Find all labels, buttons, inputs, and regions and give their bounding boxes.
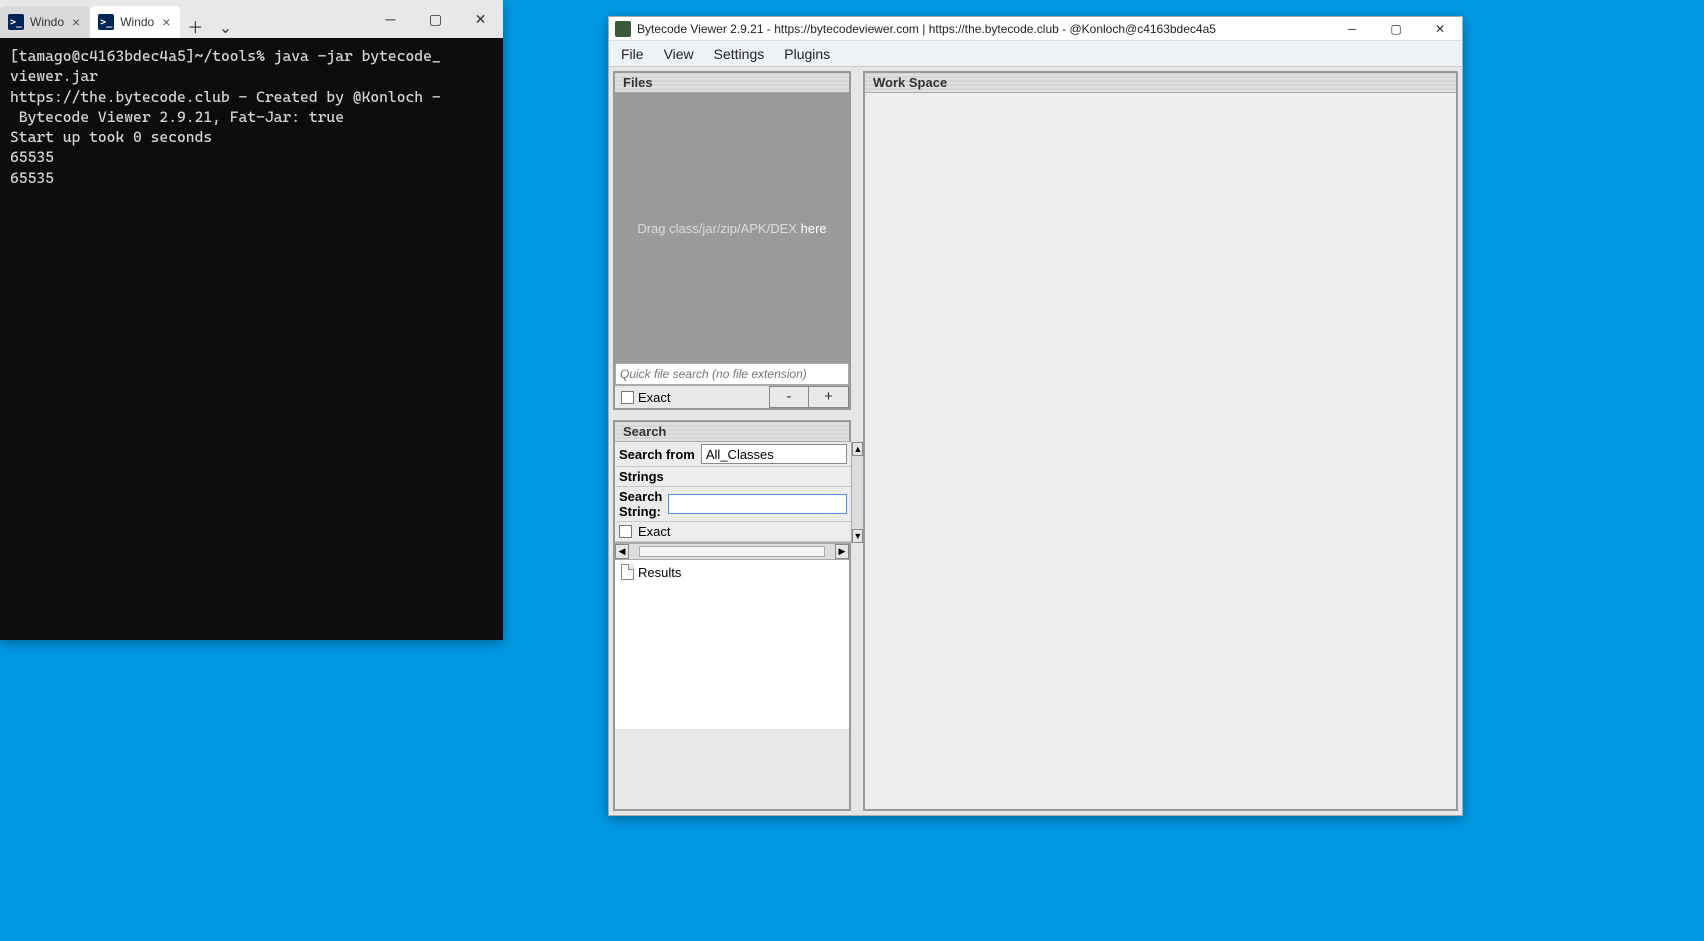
strings-row[interactable]: Strings xyxy=(615,467,851,487)
collapse-button[interactable]: - xyxy=(769,386,809,408)
panel-title: Work Space xyxy=(865,73,1456,93)
checkbox-icon[interactable] xyxy=(621,391,634,404)
scroll-thumb[interactable] xyxy=(639,546,825,557)
files-drop-area[interactable]: Drag class/jar/zip/APK/DEX here xyxy=(615,93,849,363)
bv-titlebar[interactable]: Bytecode Viewer 2.9.21 - https://bytecod… xyxy=(609,17,1462,41)
scroll-track[interactable] xyxy=(852,456,863,529)
search-panel: Search Search from All_Classes Strings xyxy=(613,420,851,811)
terminal-window-controls: ─ ▢ ✕ xyxy=(368,0,503,38)
app-icon xyxy=(615,21,631,37)
powershell-icon: >_ xyxy=(8,14,24,30)
close-button[interactable]: ✕ xyxy=(458,0,503,38)
bv-window-controls: ─ ▢ ✕ xyxy=(1330,17,1462,41)
terminal-tab-label: Windo xyxy=(30,15,64,29)
panel-title: Files xyxy=(615,73,849,93)
search-string-input[interactable] xyxy=(668,494,847,514)
results-label: Results xyxy=(638,565,681,580)
search-horizontal-scrollbar[interactable]: ◀ ▶ xyxy=(615,543,849,559)
minimize-button[interactable]: ─ xyxy=(1330,17,1374,41)
panel-title: Search xyxy=(615,422,849,442)
scroll-down-icon[interactable]: ▼ xyxy=(852,529,863,543)
menu-file[interactable]: File xyxy=(613,44,652,64)
scroll-left-icon[interactable]: ◀ xyxy=(615,544,629,559)
results-root-item[interactable]: Results xyxy=(621,564,843,580)
exact-label: Exact xyxy=(638,390,671,405)
bv-left-column: Files Drag class/jar/zip/APK/DEX here Ex… xyxy=(613,71,851,811)
exact-label: Exact xyxy=(638,524,671,539)
scroll-track[interactable] xyxy=(629,544,835,559)
bytecode-viewer-window: Bytecode Viewer 2.9.21 - https://bytecod… xyxy=(608,16,1463,816)
terminal-tab-1[interactable]: >_ Windo × xyxy=(90,6,180,38)
menu-settings[interactable]: Settings xyxy=(706,44,773,64)
scroll-up-icon[interactable]: ▲ xyxy=(852,442,863,456)
close-icon[interactable]: × xyxy=(160,14,172,30)
menu-bar: File View Settings Plugins xyxy=(609,41,1462,67)
workspace-body[interactable] xyxy=(865,93,1456,809)
strings-label: Strings xyxy=(619,469,664,484)
exact-checkbox-row[interactable]: Exact xyxy=(615,388,677,407)
terminal-tabs: >_ Windo × >_ Windo × ＋ ⌄ xyxy=(0,0,368,38)
quick-file-search-input[interactable] xyxy=(615,363,849,385)
new-tab-button[interactable]: ＋ xyxy=(180,14,210,38)
tab-dropdown-icon[interactable]: ⌄ xyxy=(210,18,240,38)
search-body: Search from All_Classes Strings Search S… xyxy=(615,442,849,729)
minimize-button[interactable]: ─ xyxy=(368,0,413,38)
bv-content: Files Drag class/jar/zip/APK/DEX here Ex… xyxy=(609,67,1462,815)
maximize-button[interactable]: ▢ xyxy=(413,0,458,38)
document-icon xyxy=(621,564,634,580)
window-title: Bytecode Viewer 2.9.21 - https://bytecod… xyxy=(637,22,1330,36)
menu-view[interactable]: View xyxy=(656,44,702,64)
terminal-body[interactable]: [tamago@c4163bdec4a5]~/tools% java -jar … xyxy=(0,38,503,640)
close-icon[interactable]: × xyxy=(70,14,82,30)
results-area: Results xyxy=(615,559,849,729)
powershell-icon: >_ xyxy=(98,14,114,30)
terminal-tab-0[interactable]: >_ Windo × xyxy=(0,6,90,38)
files-panel: Files Drag class/jar/zip/APK/DEX here Ex… xyxy=(613,71,851,410)
search-string-label: Search String: xyxy=(619,489,662,519)
checkbox-icon[interactable] xyxy=(619,525,632,538)
files-controls: Exact - + xyxy=(615,385,849,408)
terminal-window: >_ Windo × >_ Windo × ＋ ⌄ ─ ▢ ✕ [tamago@… xyxy=(0,0,503,640)
drop-hint-suffix: here xyxy=(801,221,827,236)
close-button[interactable]: ✕ xyxy=(1418,17,1462,41)
menu-plugins[interactable]: Plugins xyxy=(776,44,838,64)
maximize-button[interactable]: ▢ xyxy=(1374,17,1418,41)
workspace-panel: Work Space xyxy=(863,71,1458,811)
search-from-label: Search from xyxy=(619,447,695,462)
drop-hint-prefix: Drag class/jar/zip/APK/DEX xyxy=(637,221,800,236)
scroll-right-icon[interactable]: ▶ xyxy=(835,544,849,559)
expand-button[interactable]: + xyxy=(809,386,849,408)
search-string-row: Search String: xyxy=(615,487,851,522)
terminal-tab-label: Windo xyxy=(120,15,154,29)
terminal-titlebar: >_ Windo × >_ Windo × ＋ ⌄ ─ ▢ ✕ xyxy=(0,0,503,38)
search-vertical-scrollbar[interactable]: ▲ ▼ xyxy=(851,442,863,543)
search-from-row: Search from All_Classes xyxy=(615,442,851,467)
search-from-combo[interactable]: All_Classes xyxy=(701,444,848,464)
search-exact-row[interactable]: Exact xyxy=(615,522,851,542)
